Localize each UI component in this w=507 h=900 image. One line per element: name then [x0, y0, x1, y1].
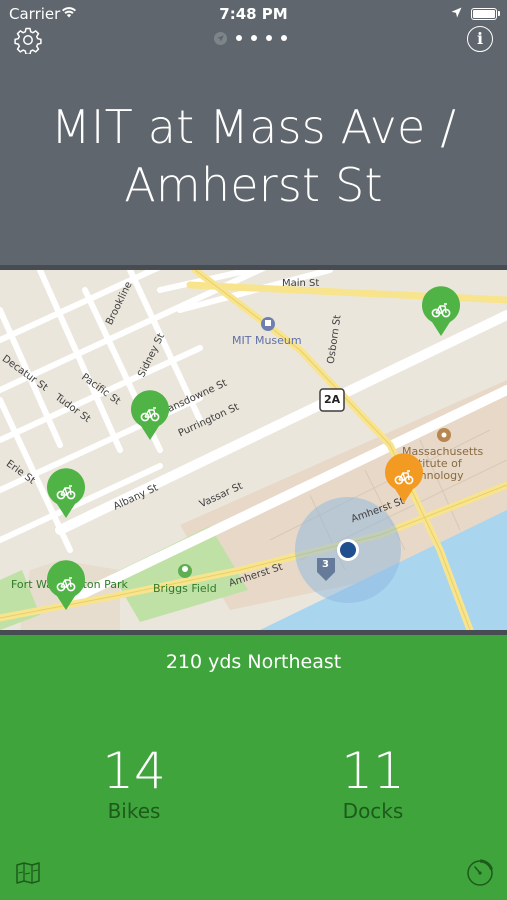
station-pin[interactable]: [131, 390, 169, 440]
bikes-label: Bikes: [107, 799, 161, 823]
gear-icon[interactable]: [14, 26, 42, 54]
timer-icon[interactable]: [466, 859, 494, 887]
station-header: Carrier 7:48 PM i MIT at Mass Ave / Amhe…: [0, 0, 507, 265]
station-name: MIT at Mass Ave / Amherst St: [50, 100, 457, 212]
nearby-location-icon: [214, 31, 227, 45]
station-pin[interactable]: [47, 468, 85, 518]
battery-icon: [471, 8, 497, 20]
map-pins: [47, 286, 460, 610]
page-indicator[interactable]: [214, 31, 287, 45]
selected-station-pin[interactable]: [385, 453, 423, 503]
distance-label: 210 yds Northeast: [165, 651, 342, 673]
station-pin[interactable]: [421, 286, 460, 336]
page-dot: [266, 35, 272, 41]
station-map[interactable]: Main St Brookline Sidney St Lansdowne St…: [0, 270, 507, 630]
bikes-count: 14: [102, 742, 166, 800]
docks-label: Docks: [342, 799, 404, 823]
battery-tip: [498, 11, 500, 16]
page-dot: [236, 35, 242, 41]
info-icon[interactable]: i: [467, 26, 493, 52]
location-services-icon: [451, 7, 462, 18]
station-pin[interactable]: [47, 560, 85, 610]
map-icon[interactable]: [16, 862, 40, 884]
page-dot: [251, 35, 257, 41]
docks-count: 11: [341, 742, 405, 800]
status-time: 7:48 PM: [219, 5, 288, 23]
page-dot: [281, 35, 287, 41]
station-info-panel: 210 yds Northeast 14 Bikes 11 Docks: [0, 635, 507, 900]
status-bar: Carrier 7:48 PM: [0, 0, 507, 28]
